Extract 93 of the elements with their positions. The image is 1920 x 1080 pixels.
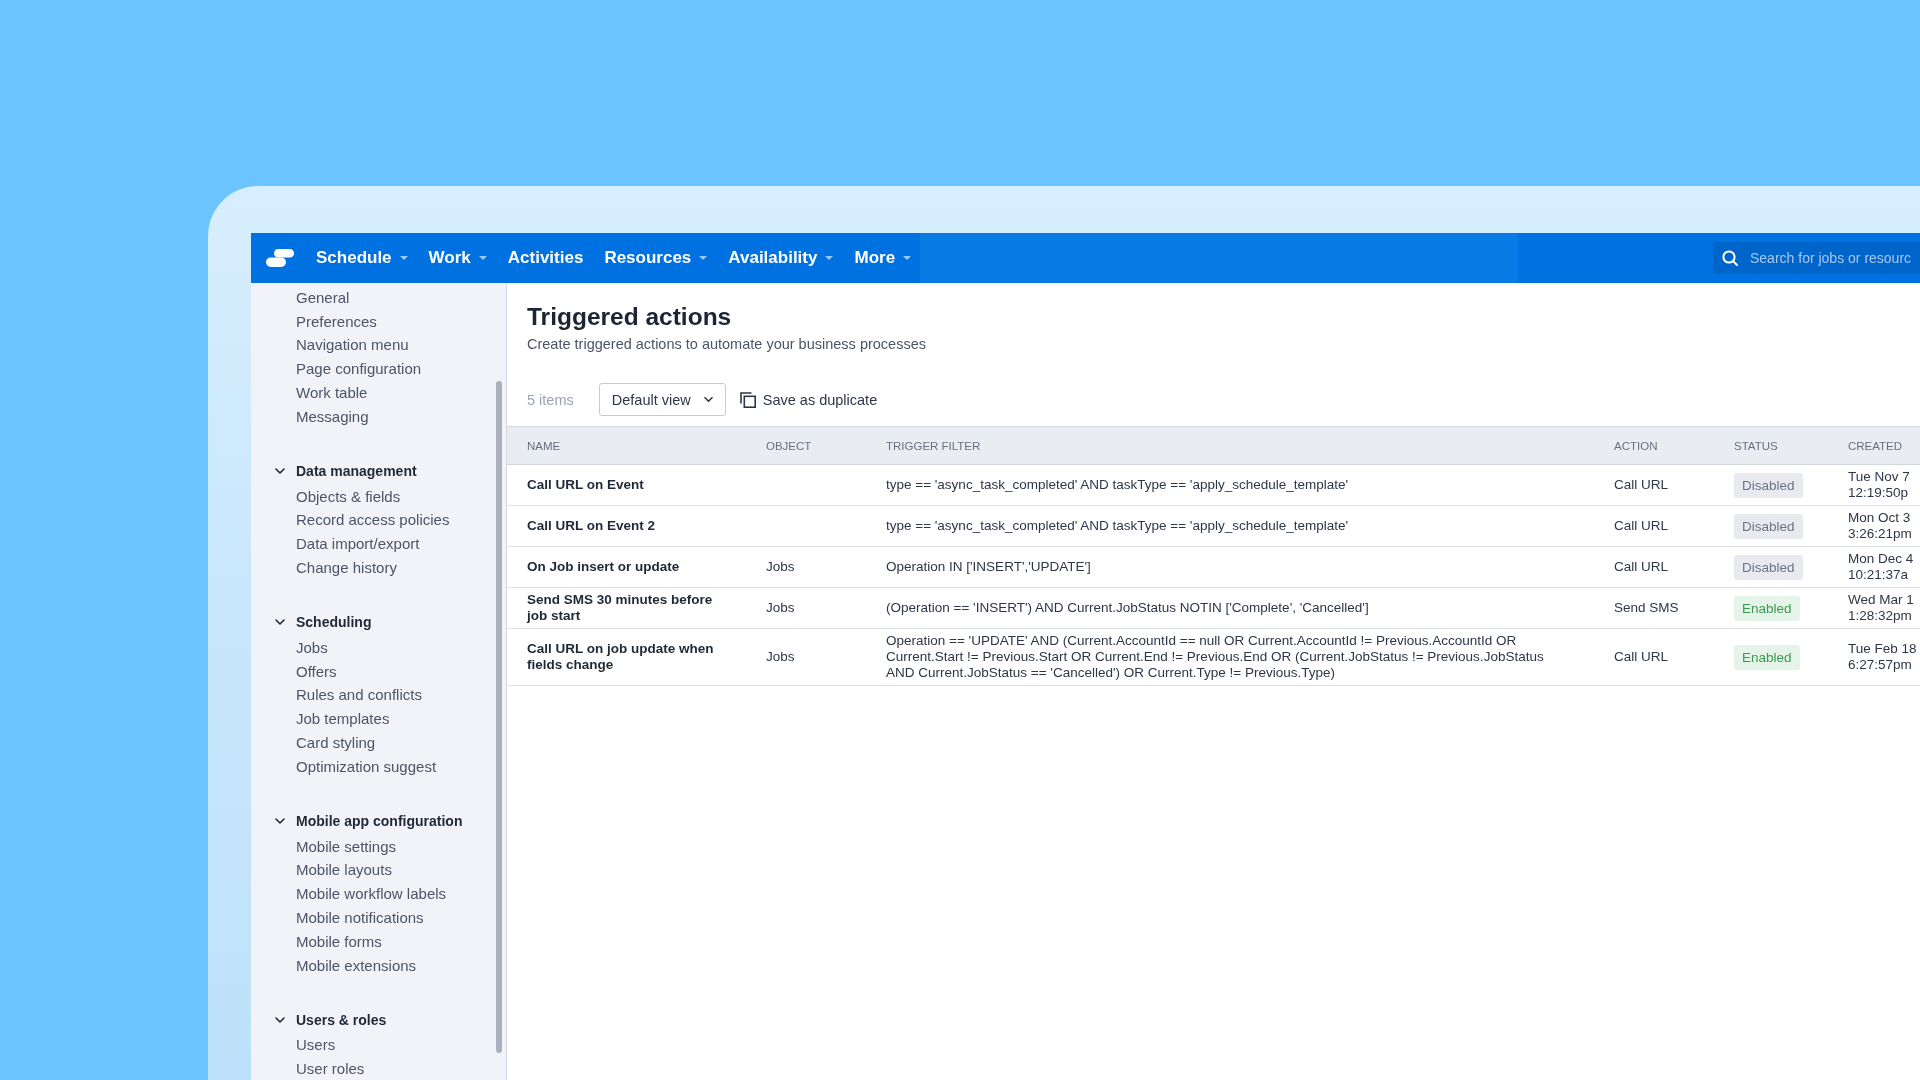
table-cell[interactable]: Call URL on Event <box>527 477 644 493</box>
sidebar-item[interactable]: User roles <box>296 1060 365 1079</box>
sidebar-section-header[interactable]: Scheduling <box>275 610 372 633</box>
logo-icon[interactable] <box>266 249 294 267</box>
caret-icon <box>825 256 834 260</box>
sidebar-item[interactable]: General <box>296 288 350 307</box>
sidebar-item[interactable]: Jobs <box>296 638 328 657</box>
table-cell[interactable]: Send SMS 30 minutes before job start <box>527 592 732 624</box>
page-subtitle: Create triggered actions to automate your business processes <box>527 335 927 354</box>
column-header[interactable]: TRIGGER FILTER <box>886 439 981 452</box>
chevron-icon <box>275 467 285 474</box>
table-cell: Call URL <box>1614 559 1668 575</box>
view-dropdown[interactable]: Default view <box>598 383 726 416</box>
created-date: Tue Feb 18 <box>1848 641 1917 657</box>
column-header[interactable]: CREATED <box>1848 439 1903 452</box>
sidebar-item[interactable]: Navigation menu <box>296 336 409 355</box>
sidebar-item[interactable]: Mobile settings <box>296 837 397 856</box>
sidebar-item[interactable]: Optimization suggest <box>296 757 437 776</box>
caret-icon <box>699 256 708 260</box>
sidebar-item[interactable]: Work table <box>296 384 368 402</box>
table-cell[interactable]: On Job insert or update <box>527 559 680 575</box>
sidebar-item[interactable]: Job templates <box>296 710 390 729</box>
column-header[interactable]: STATUS <box>1734 439 1778 452</box>
column-header[interactable]: OBJECT <box>766 439 812 452</box>
table-cell: Jobs <box>766 649 795 665</box>
created-time: 3:26:21pm <box>1848 526 1912 542</box>
page-title: Triggered actions <box>527 302 733 332</box>
table-cell[interactable]: Call URL on Event 2 <box>527 518 656 534</box>
search-field[interactable]: Search for jobs or resourc <box>1713 242 1920 274</box>
sidebar-item[interactable]: Mobile forms <box>296 932 382 951</box>
item-count: 5 items <box>527 391 574 408</box>
search-icon <box>1722 250 1738 266</box>
chevron-icon <box>275 618 285 625</box>
table-cell: type == 'async_task_completed' AND taskType == 'apply_schedule_template' <box>886 518 1349 534</box>
sidebar-item[interactable]: Mobile extensions <box>296 956 417 975</box>
nav-menu-item[interactable]: Work <box>428 247 487 269</box>
sidebar-item[interactable]: Mobile workflow labels <box>296 885 447 904</box>
caret-icon <box>478 256 487 260</box>
copy-icon <box>739 391 756 408</box>
sidebar-item[interactable]: Users <box>296 1036 336 1055</box>
status-badge: Disabled <box>1734 472 1803 498</box>
status-badge: Disabled <box>1734 554 1803 580</box>
sidebar-item[interactable]: Card styling <box>296 733 376 752</box>
created-date: Tue Nov 7 <box>1848 469 1910 485</box>
table-cell: (Operation == 'INSERT') AND Current.JobStatus NOTIN ['Complete', 'Cancelled'] <box>886 600 1369 616</box>
sidebar-item[interactable]: Offers <box>296 662 337 681</box>
chevron-icon <box>275 817 285 824</box>
nav-menu-item[interactable]: Schedule <box>316 247 408 269</box>
nav-menu-item[interactable]: More <box>854 247 912 269</box>
sidebar-item[interactable]: Mobile layouts <box>296 861 392 880</box>
created-time: 10:21:37a <box>1848 567 1909 583</box>
sidebar-item[interactable]: Record access policies <box>296 511 450 530</box>
save-as-duplicate-button[interactable]: Save as duplicate <box>739 391 878 408</box>
created-date: Mon Dec 4 <box>1848 551 1914 567</box>
nav-menu-item[interactable]: Resources <box>604 247 708 269</box>
caret-icon <box>903 256 912 260</box>
table-cell: Call URL <box>1614 518 1668 534</box>
created-time: 1:28:32pm <box>1848 608 1912 624</box>
sidebar-item[interactable]: Page configuration <box>296 360 422 379</box>
created-date: Mon Oct 3 <box>1848 510 1911 526</box>
created-time: 12:19:50p <box>1848 485 1909 501</box>
sidebar-item[interactable]: Preferences <box>296 312 377 331</box>
table-cell: Send SMS <box>1614 600 1679 616</box>
sidebar-item[interactable]: Data import/export <box>296 535 420 554</box>
status-badge: Disabled <box>1734 513 1803 539</box>
sidebar-item[interactable]: Messaging <box>296 407 369 426</box>
table-cell: Jobs <box>766 600 795 616</box>
status-badge: Enabled <box>1734 644 1800 670</box>
sidebar-section-header[interactable]: Mobile app configuration <box>275 809 463 832</box>
table-cell: Call URL <box>1614 477 1668 493</box>
caret-icon <box>399 256 408 260</box>
table-cell: Call URL <box>1614 649 1668 665</box>
nav-menu-item[interactable]: Availability <box>728 247 834 269</box>
table-cell[interactable]: Call URL on job update when fields change <box>527 641 732 673</box>
sidebar-item[interactable]: Mobile notifications <box>296 908 424 927</box>
table-cell: Operation IN ['INSERT','UPDATE'] <box>886 559 1091 575</box>
table-cell: type == 'async_task_completed' AND taskType == 'apply_schedule_template' <box>886 477 1349 493</box>
column-header[interactable]: NAME <box>527 439 561 452</box>
table-cell: Jobs <box>766 559 795 575</box>
chevron-down-icon <box>703 397 713 402</box>
sidebar-item[interactable]: Objects & fields <box>296 487 401 506</box>
column-header[interactable]: ACTION <box>1614 439 1658 452</box>
nav-menu-item[interactable]: Activities <box>507 247 584 269</box>
table-cell-text: Operation == 'UPDATE' AND (Current.AccountId == null OR Current.AccountId != Previous.AccountId OR Current.Start != Previous.Start OR Current.End != Previous.End OR (Current.JobStatus != Previous.JobStatus AND Current.JobStatus == 'Cancelled') OR Current.Type != Previous.Type) <box>886 633 1545 681</box>
sidebar-item[interactable]: Rules and conflicts <box>296 686 422 705</box>
chevron-icon <box>275 1016 285 1023</box>
sidebar-item[interactable]: Change history <box>296 558 397 577</box>
created-date: Wed Mar 1 <box>1848 592 1914 608</box>
sidebar-section-header[interactable]: Users & roles <box>275 1008 387 1031</box>
status-badge: Enabled <box>1734 595 1800 621</box>
scrollbar[interactable] <box>496 381 502 1053</box>
created-time: 6:27:57pm <box>1848 657 1912 673</box>
sidebar-section-header[interactable]: Data management <box>275 459 417 482</box>
